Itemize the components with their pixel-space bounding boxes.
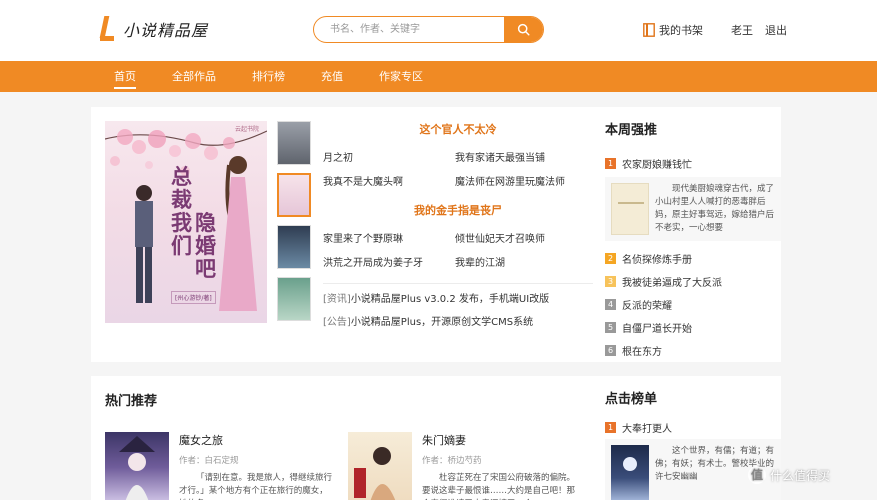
rank-item[interactable]: 2 名侦探修炼手册 — [605, 247, 781, 270]
rank-item[interactable]: 3 我被徒弟逼成了大反派 — [605, 270, 781, 293]
rank-item[interactable]: 5 自僵尸道长开始 — [605, 316, 781, 339]
search-input[interactable] — [314, 17, 504, 42]
thumbnail-4[interactable] — [277, 277, 311, 321]
bookshelf-icon — [643, 23, 655, 37]
site-logo[interactable]: 小说精品屋 — [99, 16, 208, 42]
cover-brand: 云起书院 — [235, 126, 260, 133]
logo-text: 小说精品屋 — [123, 21, 209, 40]
user-nav: 我的书架 老王 退出 — [643, 22, 787, 38]
hot-title: 热门推荐 — [105, 394, 158, 409]
nav-all-works[interactable]: 全部作品 — [172, 61, 216, 92]
username-link[interactable]: 老王 — [731, 22, 753, 38]
book-link[interactable]: 倾世仙妃天才召唤师 — [455, 230, 587, 245]
search-button[interactable] — [504, 17, 543, 42]
main-nav: 首页 全部作品 排行榜 充值 作家专区 — [0, 61, 877, 92]
book-link[interactable]: 我辈的江湖 — [455, 254, 587, 269]
rank-number: 1 — [605, 158, 616, 169]
nav-author-zone[interactable]: 作家专区 — [379, 61, 423, 92]
featured-panel: 总裁我们 隐婚吧 [州心游钞/著] 云起书院 这个官人不太冷 月之初 我有家诸天… — [91, 107, 781, 362]
click-rank-top-cover — [611, 445, 649, 500]
news-item[interactable]: [公告]小说精品屋Plus，开源原创文学CMS系统 — [323, 317, 593, 329]
watermark-text: 什么值得买 — [770, 468, 831, 483]
watermark-badge-icon: 值 — [748, 466, 766, 484]
hot-book-author: 作者：桥边芍药 — [422, 456, 482, 466]
cover-figure-woman — [219, 156, 257, 311]
rank-title: 大奉打更人 — [622, 424, 672, 435]
logo-mark-icon — [99, 16, 115, 42]
hot-book-cover[interactable] — [105, 432, 169, 500]
featured-block-title-2[interactable]: 我的金手指是丧尸 — [323, 202, 593, 218]
cover-figure-man — [135, 185, 153, 303]
cover-art — [119, 436, 155, 500]
thumbnail-1[interactable] — [277, 121, 311, 165]
rank-title: 反派的荣耀 — [622, 301, 672, 312]
featured-lists: 这个官人不太冷 月之初 我有家诸天最强当铺 我真不是大魔头啊 魔法师在网游里玩魔… — [323, 121, 593, 340]
hot-book-desc: 「请别在意。我是旅人，得继续旅行才行。」某个地方有个正在旅行的魔女，她的名 — [179, 473, 333, 500]
weekly-rank-list: 1 农家厨娘赚钱忙 现代美厨娘魂穿古代，成了小山村里人人喊打的恶毒胖后妈，原主好… — [605, 152, 781, 362]
rank-top-detail[interactable]: 现代美厨娘魂穿古代，成了小山村里人人喊打的恶毒胖后妈，原主好事驾远，嫁给猎户后不… — [605, 177, 781, 241]
rank-item[interactable]: 4 反派的荣耀 — [605, 293, 781, 316]
nav-rankings[interactable]: 排行榜 — [252, 61, 285, 92]
book-link[interactable]: 魔法师在网游里玩魔法师 — [455, 173, 587, 188]
thumbnail-3[interactable] — [277, 225, 311, 269]
rank-item[interactable]: 1 农家厨娘赚钱忙 — [605, 152, 781, 175]
book-link[interactable]: 我真不是大魔头啊 — [323, 173, 455, 188]
rank-title: 我被徒弟逼成了大反派 — [622, 278, 722, 289]
logout-link[interactable]: 退出 — [765, 22, 787, 38]
rank-number: 3 — [605, 276, 616, 287]
thumbnail-2[interactable] — [277, 173, 311, 217]
rank-title: 根在东方 — [622, 347, 662, 358]
watermark: 值 什么值得买 — [748, 466, 830, 484]
hot-book-cover[interactable] — [348, 432, 412, 500]
rank-number: 6 — [605, 345, 616, 356]
hot-book-name[interactable]: 朱门嫡妻 — [422, 432, 578, 448]
hot-book-card[interactable]: 魔女之旅 作者：白石定规 「请别在意。我是旅人，得继续旅行才行。」某个地方有个正… — [105, 432, 335, 500]
rank-item[interactable]: 6 根在东方 — [605, 339, 781, 362]
book-link[interactable]: 家里来了个野原琳 — [323, 230, 455, 245]
cover-art — [354, 447, 396, 500]
hot-book-card[interactable]: 朱门嫡妻 作者：桥边芍药 杜容芷死在了宋国公府破落的偏院。要说这辈子最恨谁……大… — [348, 432, 578, 500]
nav-home[interactable]: 首页 — [114, 61, 136, 92]
rank-top-desc: 现代美厨娘魂穿古代，成了小山村里人人喊打的恶毒胖后妈，原主好事驾远，嫁给猎户后不… — [655, 184, 775, 233]
cover-title-line1: 总裁我们 — [171, 164, 192, 258]
rank-title: 名侦探修炼手册 — [622, 255, 692, 266]
book-link[interactable]: 洪荒之开局成为姜子牙 — [323, 254, 455, 269]
featured-thumbnails — [277, 121, 311, 329]
weekly-title: 本周强推 — [605, 123, 658, 138]
book-link[interactable]: 我有家诸天最强当铺 — [455, 149, 587, 164]
my-bookshelf-link[interactable]: 我的书架 — [659, 22, 703, 38]
hot-book-name[interactable]: 魔女之旅 — [179, 432, 335, 448]
hot-book-author: 作者：白石定规 — [179, 456, 239, 466]
search-icon — [517, 23, 530, 36]
featured-block-title-1[interactable]: 这个官人不太冷 — [323, 121, 593, 137]
news-item[interactable]: [资讯]小说精品屋Plus v3.0.2 发布，手机端UI改版 — [323, 294, 593, 306]
rank-number: 1 — [605, 422, 616, 433]
cover-title-line2: 隐婚吧 — [195, 210, 216, 281]
hot-book-desc: 杜容芷死在了宋国公府破落的偏院。要说这辈子最恨谁……大约是自己吧！那个蠢得谁请了… — [422, 473, 576, 500]
rank-number: 2 — [605, 253, 616, 264]
cover-author-tag: [州心游钞/著] — [171, 291, 216, 304]
site-header: 小说精品屋 我的书架 老王 退出 — [0, 0, 877, 61]
nav-recharge[interactable]: 充值 — [321, 61, 343, 92]
click-rank-title: 点击榜单 — [605, 392, 658, 407]
featured-book-cover[interactable]: 总裁我们 隐婚吧 [州心游钞/著] 云起书院 — [105, 121, 267, 323]
hot-panel: 热门推荐 魔女之旅 作者：白石定规 「请别在意。我是旅人，得继续旅行才行。」某个… — [91, 376, 781, 500]
click-rank-list: 1 大奉打更人 — [605, 416, 781, 439]
book-link[interactable]: 月之初 — [323, 149, 455, 164]
rank-title: 自僵尸道长开始 — [622, 324, 692, 335]
search-box — [313, 16, 544, 43]
rank-number: 4 — [605, 299, 616, 310]
rank-item[interactable]: 1 大奉打更人 — [605, 416, 781, 439]
rank-top-cover — [611, 183, 649, 235]
rank-title: 农家厨娘赚钱忙 — [622, 160, 692, 171]
divider — [323, 283, 593, 284]
rank-number: 5 — [605, 322, 616, 333]
